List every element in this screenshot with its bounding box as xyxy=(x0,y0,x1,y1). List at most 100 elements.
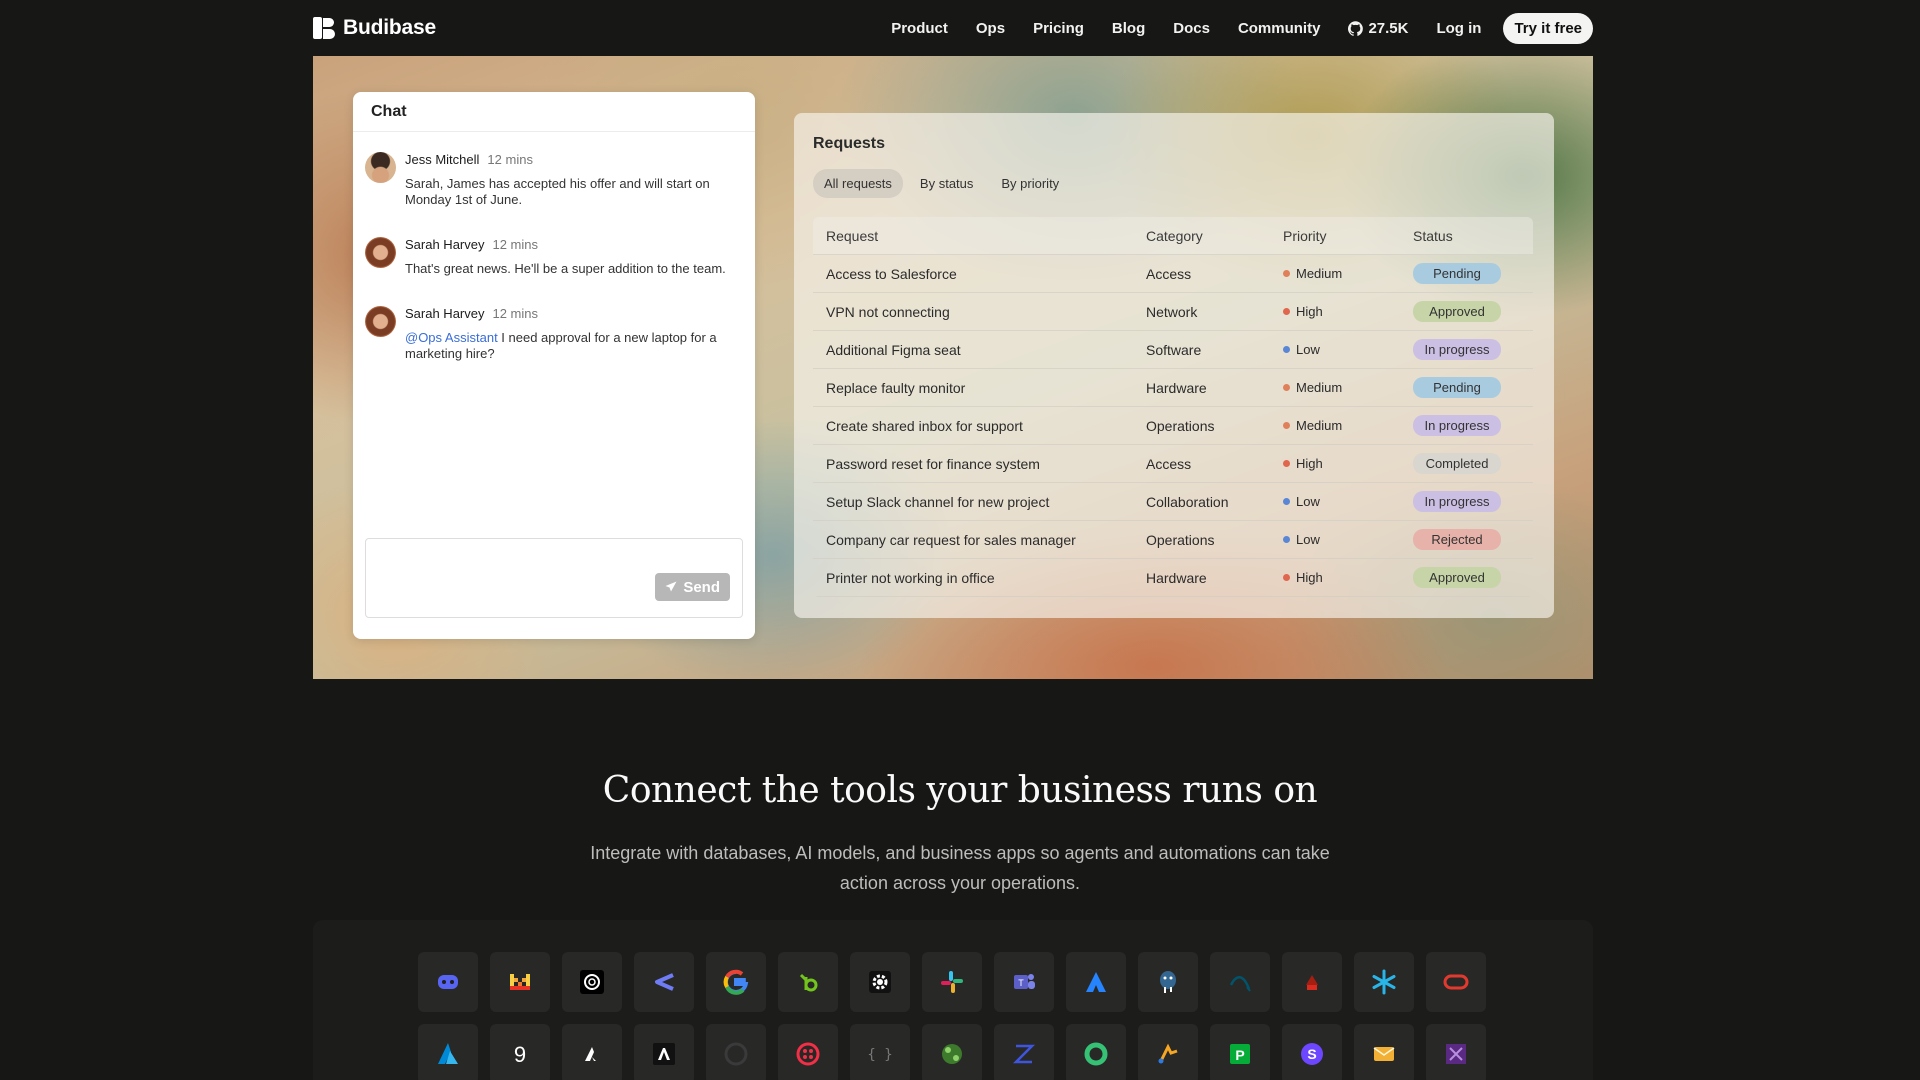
status-badge: Pending xyxy=(1413,263,1501,284)
discord-icon xyxy=(438,975,458,989)
integration-tile[interactable] xyxy=(1354,1024,1414,1080)
column-header[interactable]: Category xyxy=(1133,228,1270,244)
request-name: Create shared inbox for support xyxy=(826,417,1023,434)
try-free-button[interactable]: Try it free xyxy=(1503,12,1593,44)
status-badge: In progress xyxy=(1413,339,1501,360)
message-time: 12 mins xyxy=(492,306,539,321)
affinity-icon xyxy=(585,1047,596,1061)
integration-tile[interactable]: T xyxy=(994,952,1054,1012)
message-author: Jess Mitchell xyxy=(405,152,480,167)
nav-link-community[interactable]: Community xyxy=(1224,20,1335,37)
integration-tile[interactable] xyxy=(1426,952,1486,1012)
mention-link[interactable]: @Ops Assistant xyxy=(405,330,498,345)
integration-tile[interactable] xyxy=(778,1024,838,1080)
message-author: Sarah Harvey xyxy=(405,306,485,321)
integration-tile[interactable] xyxy=(778,952,838,1012)
integration-tile[interactable] xyxy=(1426,1024,1486,1080)
status-badge: Rejected xyxy=(1413,529,1501,550)
nav-link-ops[interactable]: Ops xyxy=(962,20,1019,37)
integration-tile[interactable] xyxy=(634,1024,694,1080)
integration-tile[interactable] xyxy=(1066,952,1126,1012)
integration-tile[interactable] xyxy=(1210,952,1270,1012)
integration-tile[interactable] xyxy=(634,952,694,1012)
integration-tile[interactable] xyxy=(1138,1024,1198,1080)
integration-tile[interactable] xyxy=(994,1024,1054,1080)
request-name: Password reset for finance system xyxy=(826,455,1040,472)
chat-message: Sarah Harvey 12 mins @Ops Assistant I ne… xyxy=(365,306,745,362)
priority-label: High xyxy=(1296,570,1323,585)
svg-text:S: S xyxy=(1307,1046,1316,1062)
status-badge: Approved xyxy=(1413,567,1501,588)
tab-by-priority[interactable]: By priority xyxy=(990,169,1070,198)
nav-link-docs[interactable]: Docs xyxy=(1159,20,1224,37)
request-name: Printer not working in office xyxy=(826,569,995,586)
integration-tile[interactable] xyxy=(418,1024,478,1080)
status-badge: Completed xyxy=(1413,453,1501,474)
circle-icon xyxy=(1084,1042,1108,1066)
nav-link-pricing[interactable]: Pricing xyxy=(1019,20,1098,37)
request-name: Replace faulty monitor xyxy=(826,379,966,396)
integration-tile[interactable] xyxy=(706,952,766,1012)
table-row[interactable]: Replace faulty monitor Hardware Medium Pend… xyxy=(813,369,1533,407)
svg-text:T: T xyxy=(1018,978,1024,988)
integration-tile[interactable] xyxy=(1282,952,1342,1012)
column-header[interactable]: Request xyxy=(813,228,1133,244)
integration-tile[interactable] xyxy=(922,952,982,1012)
request-category: Hardware xyxy=(1146,569,1207,586)
brand-logo[interactable]: Budibase xyxy=(313,16,436,40)
column-header[interactable]: Priority xyxy=(1270,228,1400,244)
login-link[interactable]: Log in xyxy=(1422,20,1495,37)
avatar xyxy=(365,306,396,337)
table-row[interactable]: Printer not working in office Hardware Hig… xyxy=(813,559,1533,597)
priority-dot-icon xyxy=(1283,308,1290,315)
integrations-panel: T 9 { } P S xyxy=(313,920,1593,1080)
integration-tile[interactable]: { } xyxy=(850,1024,910,1080)
integration-tile[interactable] xyxy=(1066,1024,1126,1080)
integration-tile[interactable] xyxy=(1354,952,1414,1012)
requests-tabs: All requests By status By priority xyxy=(813,169,1070,198)
priority-label: Medium xyxy=(1296,418,1343,433)
send-button[interactable]: Send xyxy=(655,573,730,601)
integration-tile[interactable] xyxy=(562,1024,622,1080)
integrations-subtext: Integrate with databases, AI models, and… xyxy=(590,843,1330,893)
integration-tile[interactable] xyxy=(850,952,910,1012)
integration-tile[interactable] xyxy=(562,952,622,1012)
brand-name: Budibase xyxy=(343,16,436,39)
chat-compose-input[interactable]: Send xyxy=(365,538,743,618)
message-text: Sarah, James has accepted his offer and … xyxy=(405,176,710,207)
request-priority: Medium xyxy=(1270,380,1400,395)
request-priority: Medium xyxy=(1270,266,1400,281)
integration-tile[interactable] xyxy=(922,1024,982,1080)
rest-icon: { } xyxy=(867,1047,892,1063)
arcgis-icon xyxy=(1158,1043,1178,1064)
table-row[interactable]: Access to Salesforce Access Medium Pending xyxy=(813,255,1533,293)
nav-link-product[interactable]: Product xyxy=(877,20,962,37)
table-row[interactable]: VPN not connecting Network High Approved xyxy=(813,293,1533,331)
postgres-icon xyxy=(1160,971,1176,993)
integration-tile[interactable] xyxy=(418,952,478,1012)
table-row[interactable]: Create shared inbox for support Operation… xyxy=(813,407,1533,445)
zendesk-icon xyxy=(1012,1044,1036,1064)
tab-all-requests[interactable]: All requests xyxy=(813,169,903,198)
nav-link-blog[interactable]: Blog xyxy=(1098,20,1159,37)
tab-by-status[interactable]: By status xyxy=(909,169,984,198)
requests-panel: Requests All requests By status By prior… xyxy=(794,113,1554,618)
integration-tile[interactable] xyxy=(1138,952,1198,1012)
send-label: Send xyxy=(683,578,720,596)
atlassian-icon xyxy=(1086,972,1106,992)
table-row[interactable]: Password reset for finance system Access H… xyxy=(813,445,1533,483)
oracle-icon xyxy=(1443,974,1469,990)
integration-tile[interactable]: 9 xyxy=(490,1024,550,1080)
github-icon xyxy=(724,1042,748,1066)
priority-dot-icon xyxy=(1283,574,1290,581)
integration-tile[interactable] xyxy=(490,952,550,1012)
integration-tile[interactable]: P xyxy=(1210,1024,1270,1080)
table-row[interactable]: Additional Figma seat Software Low In progr… xyxy=(813,331,1533,369)
column-header[interactable]: Status xyxy=(1400,228,1533,244)
integration-tile[interactable] xyxy=(706,1024,766,1080)
github-stars-link[interactable]: 27.5K xyxy=(1334,20,1422,37)
integration-tile[interactable]: S xyxy=(1282,1024,1342,1080)
table-row[interactable]: Setup Slack channel for new project Colla… xyxy=(813,483,1533,521)
table-row[interactable]: Company car request for sales manager Ope… xyxy=(813,521,1533,559)
priority-label: Medium xyxy=(1296,380,1343,395)
